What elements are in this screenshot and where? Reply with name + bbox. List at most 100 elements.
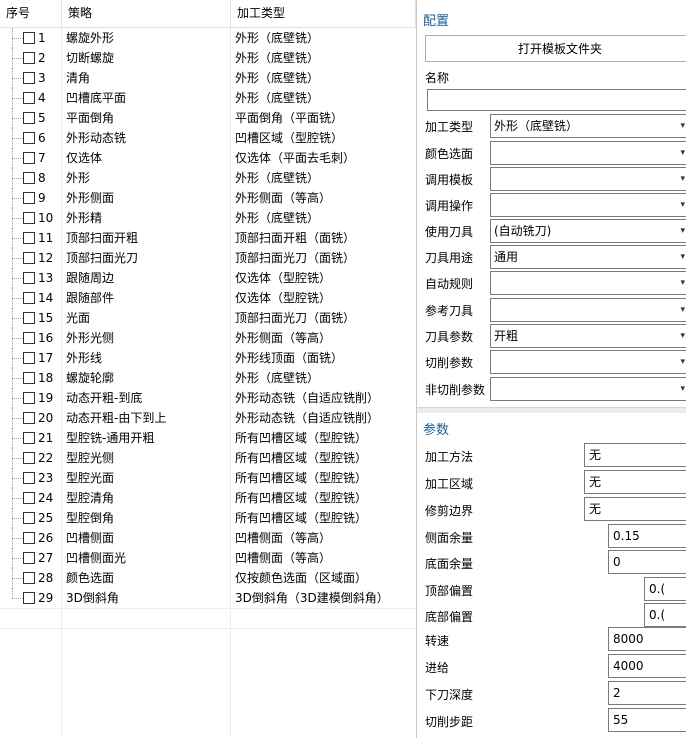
table-row[interactable]: 19 动态开粗-到底 外形动态铣（自适应铣削） [0, 388, 416, 408]
row-process-type: 凹槽区域（型腔铣） [235, 131, 344, 145]
row-checkbox[interactable] [23, 552, 35, 564]
table-row[interactable]: 6 外形动态铣 凹槽区域（型腔铣） [0, 128, 416, 148]
tree-branch [12, 198, 23, 199]
row-strategy: 平面倒角 [66, 111, 115, 125]
table-row[interactable]: 16 外形光侧 外形侧面（等高） [0, 328, 416, 348]
row-checkbox[interactable] [23, 532, 35, 544]
spindle-speed-input[interactable]: 8000 [608, 627, 686, 651]
row-checkbox[interactable] [23, 312, 35, 324]
row-checkbox[interactable] [23, 172, 35, 184]
table-row[interactable]: 8 外形 外形（底壁铣） [0, 168, 416, 188]
row-checkbox[interactable] [23, 72, 35, 84]
call-template-dropdown[interactable]: ▾ [490, 167, 686, 191]
row-checkbox[interactable] [23, 252, 35, 264]
table-row[interactable]: 24 型腔清角 所有凹槽区域（型腔铣） [0, 488, 416, 508]
row-number: 20 [38, 411, 54, 425]
table-row[interactable]: 9 外形侧面 外形侧面（等高） [0, 188, 416, 208]
depth-input[interactable]: 2 [608, 681, 686, 705]
table-row[interactable]: 18 螺旋轮廓 外形（底壁铣） [0, 368, 416, 388]
bottom-offset-label: 底部偏置 [425, 610, 474, 624]
auto-rule-dropdown[interactable]: ▾ [490, 271, 686, 295]
table-row[interactable]: 3 清角 外形（底壁铣） [0, 68, 416, 88]
row-checkbox[interactable] [23, 192, 35, 204]
step-label: 切削步距 [425, 715, 474, 729]
tree-branch [12, 258, 23, 259]
tool-usage-dropdown[interactable]: 通用 ▾ [490, 245, 686, 269]
table-row[interactable]: 27 凹槽侧面光 凹槽侧面（等高） [0, 548, 416, 568]
row-checkbox[interactable] [23, 412, 35, 424]
side-stock-input[interactable]: 0.15 [608, 524, 686, 548]
row-checkbox[interactable] [23, 92, 35, 104]
table-row[interactable]: 13 跟随周边 仅选体（型腔铣） [0, 268, 416, 288]
column-header-no[interactable]: 序号 [0, 0, 62, 27]
table-row[interactable]: 25 型腔倒角 所有凹槽区域（型腔铣） [0, 508, 416, 528]
non-cut-params-dropdown[interactable]: ▾ [490, 377, 686, 401]
row-checkbox[interactable] [23, 332, 35, 344]
row-checkbox[interactable] [23, 372, 35, 384]
color-select-dropdown[interactable]: ▾ [490, 141, 686, 165]
row-checkbox[interactable] [23, 352, 35, 364]
row-checkbox[interactable] [23, 112, 35, 124]
table-row[interactable]: 26 凹槽侧面 凹槽侧面（等高） [0, 528, 416, 548]
table-row[interactable]: 23 型腔光面 所有凹槽区域（型腔铣） [0, 468, 416, 488]
table-row[interactable]: 28 颜色选面 仅按颜色选面（区域面） [0, 568, 416, 588]
row-checkbox[interactable] [23, 132, 35, 144]
row-checkbox[interactable] [23, 52, 35, 64]
floor-stock-input[interactable]: 0 [608, 550, 686, 574]
table-row[interactable]: 29 3D倒斜角 3D倒斜角（3D建模倒斜角） [0, 588, 416, 608]
method-input[interactable]: 无 [584, 443, 686, 467]
cut-params-dropdown[interactable]: ▾ [490, 350, 686, 374]
row-checkbox[interactable] [23, 592, 35, 604]
bottom-offset-input[interactable]: 0.( [644, 603, 686, 627]
open-template-folder-button[interactable]: 打开模板文件夹 [425, 35, 686, 62]
table-row[interactable]: 14 跟随部件 仅选体（型腔铣） [0, 288, 416, 308]
trim-boundary-input[interactable]: 无 [584, 497, 686, 521]
row-checkbox[interactable] [23, 212, 35, 224]
table-row[interactable]: 12 顶部扫面光刀 顶部扫面光刀（面铣） [0, 248, 416, 268]
row-checkbox[interactable] [23, 272, 35, 284]
row-number: 17 [38, 351, 54, 365]
process-type-dropdown[interactable]: 外形（底壁铣） ▾ [490, 114, 686, 138]
row-checkbox[interactable] [23, 432, 35, 444]
chevron-down-icon: ▾ [680, 148, 685, 158]
top-offset-input[interactable]: 0.( [644, 577, 686, 601]
column-header-process-type[interactable]: 加工类型 [231, 0, 416, 27]
table-row[interactable]: 2 切断螺旋 外形（底壁铣） [0, 48, 416, 68]
use-tool-dropdown[interactable]: (自动铣刀) ▾ [490, 219, 686, 243]
tree-branch [12, 298, 23, 299]
table-row[interactable]: 21 型腔铣-通用开粗 所有凹槽区域（型腔铣） [0, 428, 416, 448]
table-row[interactable]: 15 光面 顶部扫面光刀（面铣） [0, 308, 416, 328]
table-row[interactable]: 10 外形精 外形（底壁铣） [0, 208, 416, 228]
reference-tool-dropdown[interactable]: ▾ [490, 298, 686, 322]
name-input[interactable] [427, 89, 686, 111]
table-row[interactable]: 7 仅选体 仅选体（平面去毛刺） [0, 148, 416, 168]
row-process-type: 所有凹槽区域（型腔铣） [235, 511, 368, 525]
row-checkbox[interactable] [23, 452, 35, 464]
row-process-type: 外形侧面（等高） [235, 191, 332, 205]
table-row[interactable]: 1 螺旋外形 外形（底壁铣） [0, 28, 416, 48]
row-checkbox[interactable] [23, 152, 35, 164]
row-checkbox[interactable] [23, 512, 35, 524]
row-checkbox[interactable] [23, 32, 35, 44]
row-checkbox[interactable] [23, 292, 35, 304]
tool-params-dropdown[interactable]: 开粗 ▾ [490, 324, 686, 348]
row-checkbox[interactable] [23, 232, 35, 244]
row-number: 4 [38, 91, 46, 105]
feed-input[interactable]: 4000 [608, 654, 686, 678]
row-checkbox[interactable] [23, 492, 35, 504]
table-row[interactable]: 22 型腔光侧 所有凹槽区域（型腔铣） [0, 448, 416, 468]
table-row[interactable]: 4 凹槽底平面 外形（底壁铣） [0, 88, 416, 108]
row-checkbox[interactable] [23, 392, 35, 404]
table-row[interactable]: 17 外形线 外形线顶面（面铣） [0, 348, 416, 368]
table-row[interactable]: 11 顶部扫面开粗 顶部扫面开粗（面铣） [0, 228, 416, 248]
table-row[interactable]: 20 动态开粗-由下到上 外形动态铣（自适应铣削） [0, 408, 416, 428]
column-header-strategy[interactable]: 策略 [62, 0, 231, 27]
row-checkbox[interactable] [23, 472, 35, 484]
region-input[interactable]: 无 [584, 470, 686, 494]
call-operation-dropdown[interactable]: ▾ [490, 193, 686, 217]
table-row[interactable]: 5 平面倒角 平面倒角（平面铣） [0, 108, 416, 128]
row-checkbox[interactable] [23, 572, 35, 584]
step-input[interactable]: 55 [608, 708, 686, 732]
chevron-down-icon: ▾ [680, 174, 685, 184]
config-title: 配置 [423, 14, 450, 29]
